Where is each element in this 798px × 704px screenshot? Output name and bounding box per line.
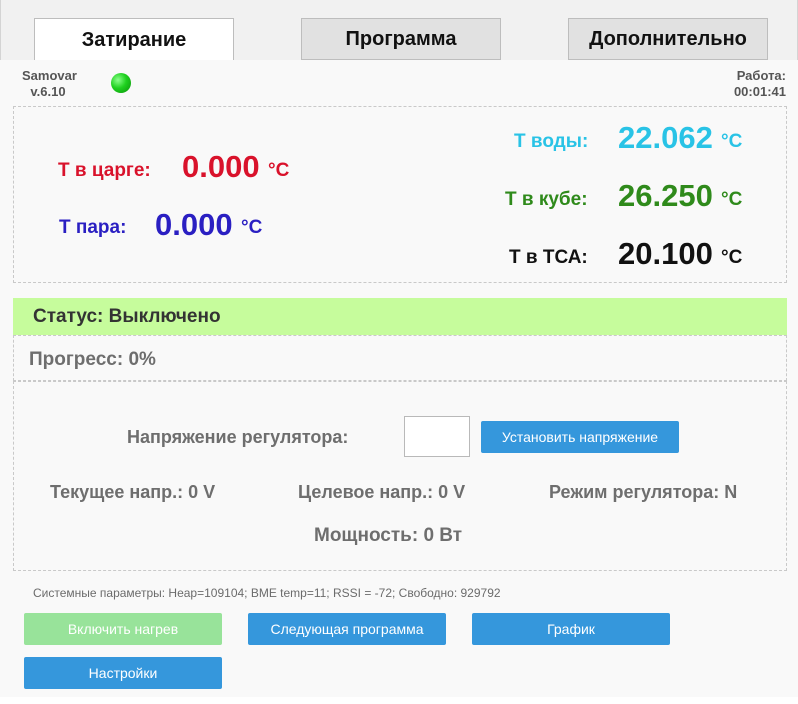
tsa-temp-unit: °C xyxy=(721,247,743,268)
tsa-temp-label: Т в ТСА: xyxy=(509,247,588,268)
voltage-label: Напряжение регулятора: xyxy=(127,427,349,447)
steam-temp-value: 0.000 xyxy=(155,207,233,242)
status-led-icon xyxy=(111,73,131,93)
status-bar: Статус: Выключено xyxy=(13,298,787,335)
brand-block: Samovar v.6.10 xyxy=(22,68,77,100)
system-params-text: Системные параметры: Heap=109104; BME te… xyxy=(33,586,501,600)
status-text: Статус: Выключено xyxy=(33,305,221,327)
current-voltage-text: Текущее напр.: 0 V xyxy=(50,482,216,502)
tsarga-temp-value: 0.000 xyxy=(182,149,260,184)
voltage-input[interactable] xyxy=(404,416,470,457)
cube-temp-unit: °C xyxy=(721,189,743,210)
water-temp-label: Т воды: xyxy=(514,131,589,152)
brand-version: v.6.10 xyxy=(30,84,66,99)
runtime-block: Работа: 00:01:41 xyxy=(734,68,786,100)
set-voltage-button[interactable]: Установить напряжение xyxy=(481,421,679,453)
tsarga-temp-label: Т в царге: xyxy=(58,160,151,181)
regulator-mode-text: Режим регулятора: N xyxy=(549,482,738,502)
heat-on-button[interactable]: Включить нагрев xyxy=(24,613,222,645)
tsa-temp-value: 20.100 xyxy=(618,236,713,271)
cube-temp-value: 26.250 xyxy=(618,178,713,213)
target-voltage-text: Целевое напр.: 0 V xyxy=(298,482,466,502)
water-temp-unit: °C xyxy=(721,131,743,152)
power-text: Мощность: 0 Вт xyxy=(314,525,463,546)
brand-name: Samovar xyxy=(22,68,77,83)
steam-temp-unit: °C xyxy=(241,217,263,238)
tab-additional[interactable]: Дополнительно xyxy=(568,18,768,60)
steam-temp-label: Т пара: xyxy=(59,217,127,238)
settings-button[interactable]: Настройки xyxy=(24,657,222,689)
tab-mashing[interactable]: Затирание xyxy=(34,18,234,61)
water-temp-value: 22.062 xyxy=(618,120,713,155)
runtime-label: Работа: xyxy=(736,68,786,83)
tsarga-temp-unit: °C xyxy=(268,160,290,181)
tab-program[interactable]: Программа xyxy=(301,18,501,60)
runtime-value: 00:01:41 xyxy=(733,84,786,99)
chart-button[interactable]: График xyxy=(472,613,670,645)
next-program-button[interactable]: Следующая программа xyxy=(248,613,446,645)
cube-temp-label: Т в кубе: xyxy=(505,189,588,210)
progress-text: Прогресс: 0% xyxy=(29,349,156,370)
